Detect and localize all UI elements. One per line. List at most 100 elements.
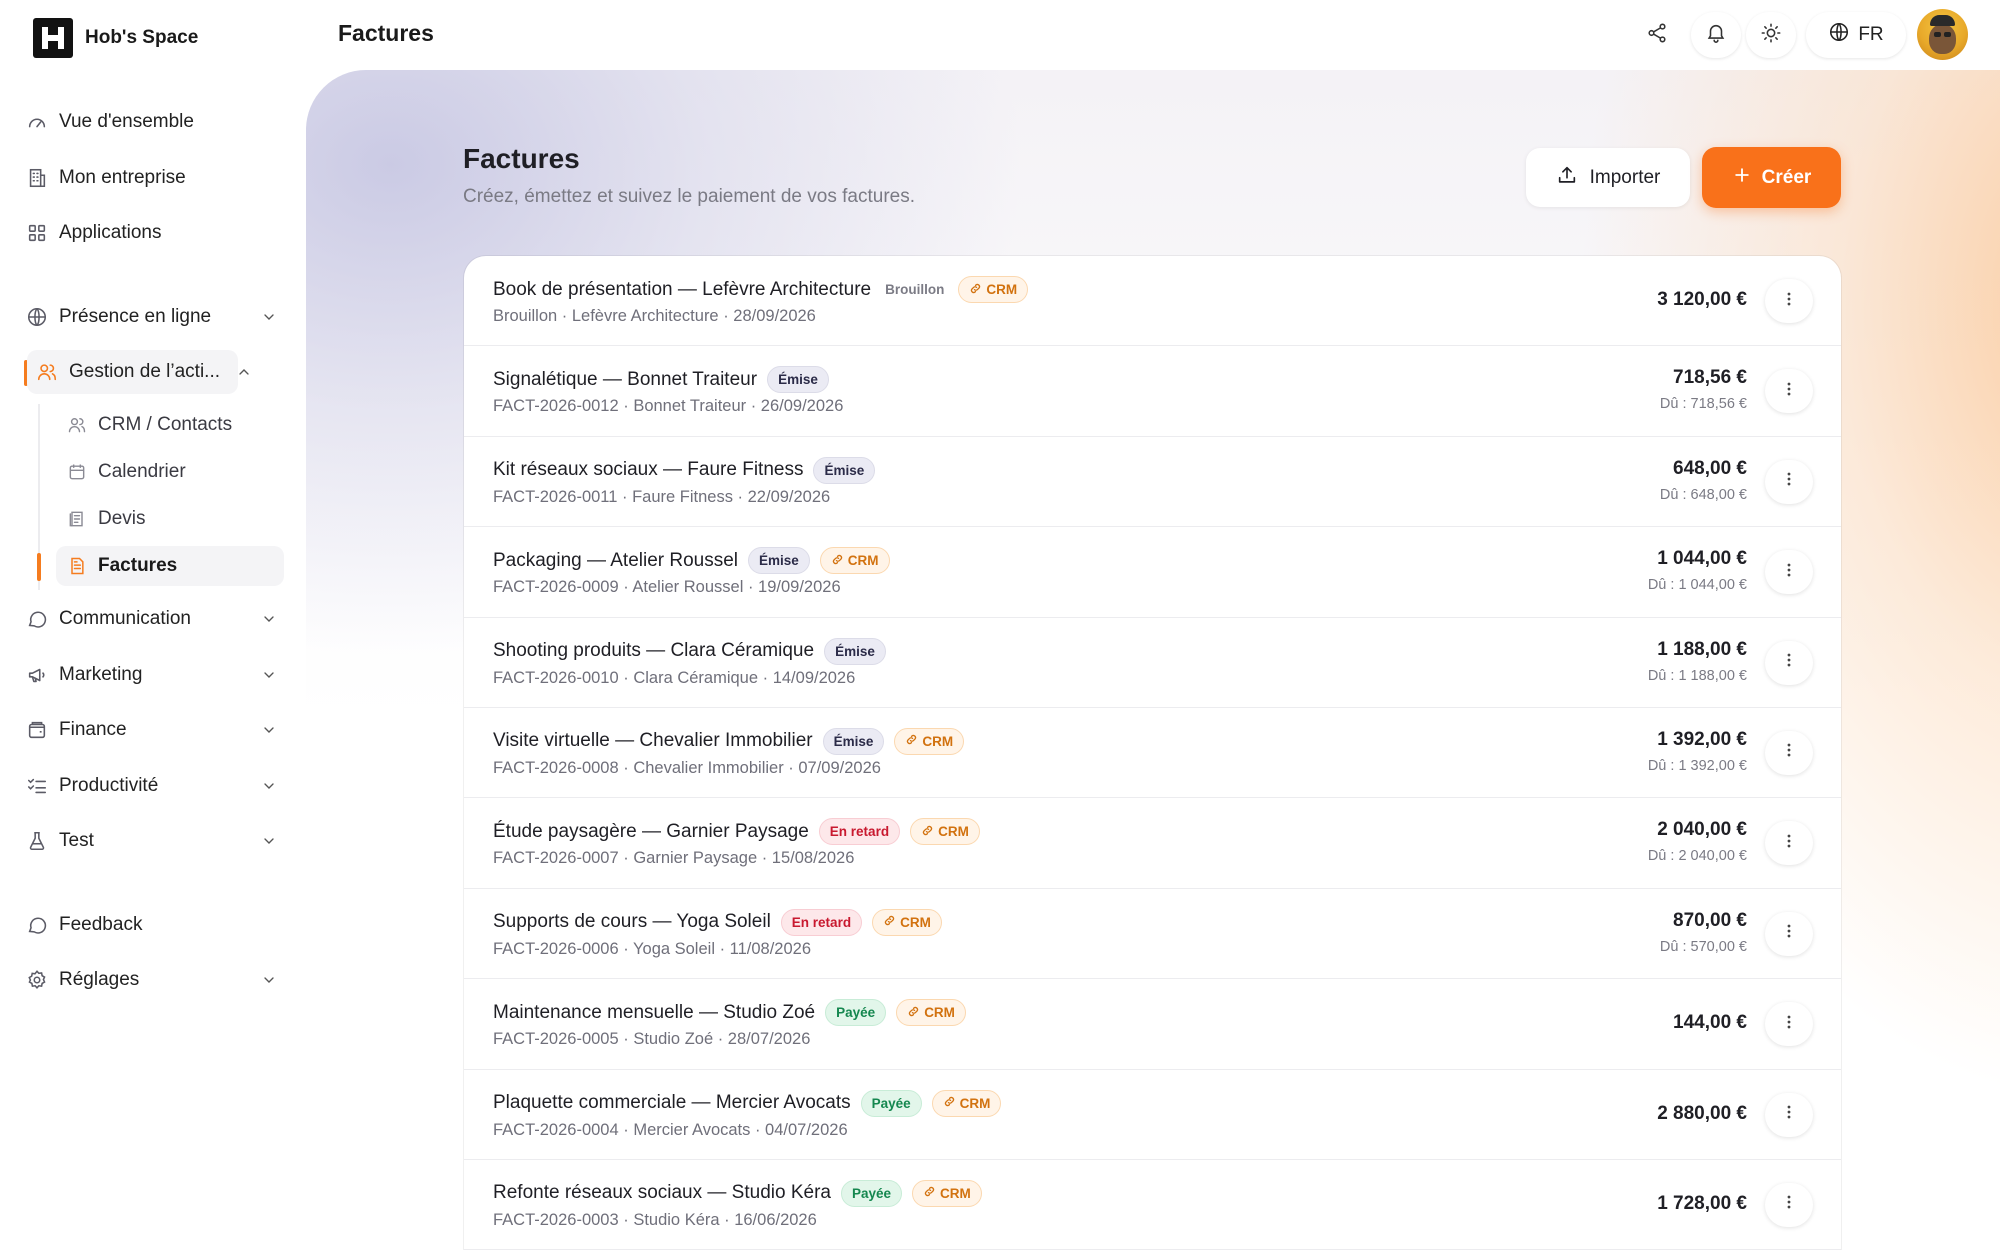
crm-badge[interactable]: CRM <box>931 1089 1002 1117</box>
gauge-icon <box>25 110 49 134</box>
sidebar-item-feedback[interactable]: Feedback <box>25 903 142 947</box>
sidebar-item-productivity[interactable]: Productivité <box>25 764 274 808</box>
crm-label: CRM <box>986 282 1018 297</box>
invoice-meta: FACT-2026-0010 · Clara Céramique · 14/09… <box>493 668 856 687</box>
avatar-face <box>1929 24 1956 54</box>
crm-badge[interactable]: CRM <box>912 1179 982 1207</box>
more-vertical-icon <box>1779 831 1799 856</box>
language-selector[interactable]: FR <box>1806 12 1906 58</box>
crm-label: CRM <box>847 553 879 569</box>
invoice-title-line: Plaquette commerciale — Mercier Avocats … <box>493 1089 1002 1117</box>
row-menu-button[interactable] <box>1765 550 1813 595</box>
status-badge: En retard <box>818 818 901 846</box>
row-menu-button[interactable] <box>1765 369 1813 414</box>
sidebar-item-communication[interactable]: Communication <box>25 597 274 641</box>
sidebar-subitem-invoices[interactable]: Factures <box>56 546 284 586</box>
sidebar-item-label: Test <box>59 830 94 851</box>
crm-badge[interactable]: CRM <box>896 999 966 1027</box>
row-menu-button[interactable] <box>1765 459 1813 504</box>
share-button[interactable] <box>1632 12 1682 58</box>
row-menu-button[interactable] <box>1765 279 1813 323</box>
sidebar-subitem-quotes[interactable]: Devis <box>56 499 284 539</box>
crm-badge[interactable]: CRM <box>872 908 942 936</box>
avatar[interactable] <box>1917 9 1968 60</box>
sidebar-item-online-presence[interactable]: Présence en ligne <box>25 295 274 339</box>
sidebar-item-business[interactable]: Gestion de l’acti... <box>27 350 238 394</box>
invoice-row[interactable]: Kit réseaux sociaux — Faure Fitness Émis… <box>464 437 1841 528</box>
chevron-down-icon[interactable] <box>257 305 281 329</box>
invoice-row[interactable]: Maintenance mensuelle — Studio Zoé Payée… <box>464 979 1841 1070</box>
chevron-up-icon[interactable] <box>232 360 256 384</box>
invoice-row[interactable]: Visite virtuelle — Chevalier Immobilier … <box>464 708 1841 799</box>
link-icon <box>905 733 918 749</box>
invoice-row[interactable]: Supports de cours — Yoga Soleil En retar… <box>464 889 1841 980</box>
crm-badge[interactable]: CRM <box>910 818 980 846</box>
chevron-down-icon[interactable] <box>257 663 281 687</box>
invoice-due: Dû : 570,00 € <box>1659 938 1747 955</box>
more-vertical-icon <box>1779 740 1799 765</box>
invoice-amount: 870,00 € <box>1673 909 1747 931</box>
sidebar-item-overview[interactable]: Vue d'ensemble <box>25 100 194 144</box>
link-icon <box>969 282 982 298</box>
sidebar-item-marketing[interactable]: Marketing <box>25 653 274 697</box>
create-button[interactable]: Créer <box>1702 147 1841 208</box>
gear-icon <box>25 968 49 992</box>
share-icon <box>1646 22 1668 49</box>
chevron-down-icon[interactable] <box>257 829 281 853</box>
page-subtitle: Créez, émettez et suivez le paiement de … <box>463 186 915 207</box>
crm-badge[interactable]: CRM <box>819 547 890 575</box>
invoice-meta: FACT-2026-0006 · Yoga Soleil · 11/08/202… <box>493 939 812 958</box>
row-menu-button[interactable] <box>1765 911 1813 956</box>
invoice-meta: FACT-2026-0007 · Garnier Paysage · 15/08… <box>493 849 855 868</box>
invoice-row[interactable]: Packaging — Atelier Roussel Émise CRM FAC… <box>464 527 1841 618</box>
sidebar-item-applications[interactable]: Applications <box>25 211 161 255</box>
invoice-title: Packaging — Atelier Roussel <box>493 549 739 571</box>
brand[interactable]: Hob's Space <box>33 18 198 58</box>
notifications-button[interactable] <box>1691 12 1741 58</box>
row-menu-button[interactable] <box>1765 1092 1813 1137</box>
crm-badge[interactable]: CRM <box>894 727 965 755</box>
chevron-down-icon[interactable] <box>257 718 281 742</box>
sidebar-item-test[interactable]: Test <box>25 819 274 863</box>
crm-label: CRM <box>959 1095 991 1111</box>
chevron-down-icon[interactable] <box>257 968 281 992</box>
sidebar-item-finance[interactable]: Finance <box>25 708 274 752</box>
link-icon <box>907 1005 920 1021</box>
sidebar-subitem-crm[interactable]: CRM / Contacts <box>56 405 284 445</box>
grid-icon <box>25 221 49 245</box>
row-menu-button[interactable] <box>1765 1002 1813 1047</box>
more-vertical-icon <box>1779 289 1799 314</box>
row-menu-button[interactable] <box>1765 821 1813 866</box>
invoice-title: Maintenance mensuelle — Studio Zoé <box>493 1001 816 1023</box>
chevron-down-icon[interactable] <box>257 607 281 631</box>
row-menu-button[interactable] <box>1765 640 1813 685</box>
more-vertical-icon <box>1779 650 1799 675</box>
status-badge: Émise <box>822 727 885 755</box>
invoice-row[interactable]: Signalétique — Bonnet Traiteur Émise FAC… <box>464 346 1841 437</box>
theme-toggle-button[interactable] <box>1746 12 1796 58</box>
invoice-row[interactable]: Book de présentation — Lefèvre Architect… <box>464 256 1841 347</box>
crm-label: CRM <box>938 824 969 840</box>
row-menu-button[interactable] <box>1765 1182 1813 1227</box>
invoice-title: Supports de cours — Yoga Soleil <box>493 911 771 933</box>
invoice-row[interactable]: Étude paysagère — Garnier Paysage En ret… <box>464 798 1841 889</box>
flask-icon <box>25 829 49 853</box>
sidebar-subitem-label: CRM / Contacts <box>98 414 233 435</box>
sidebar-item-label: Gestion de l’acti... <box>69 361 221 382</box>
sidebar-subitem-calendar[interactable]: Calendrier <box>56 452 284 492</box>
status-badge: Émise <box>748 547 810 575</box>
invoice-row[interactable]: Refonte réseaux sociaux — Studio Kéra Pa… <box>464 1160 1841 1250</box>
crm-badge[interactable]: CRM <box>958 276 1029 303</box>
invoice-row[interactable]: Plaquette commerciale — Mercier Avocats … <box>464 1070 1841 1160</box>
status-badge: Payée <box>825 999 887 1027</box>
row-menu-button[interactable] <box>1765 730 1813 775</box>
sidebar-item-settings[interactable]: Réglages <box>25 958 274 1002</box>
invoice-due: Dû : 2 040,00 € <box>1647 848 1747 865</box>
sidebar-item-company[interactable]: Mon entreprise <box>25 156 186 200</box>
invoice-meta: FACT-2026-0005 · Studio Zoé · 28/07/2026 <box>493 1030 811 1049</box>
contacts-icon <box>66 414 88 436</box>
invoice-row[interactable]: Shooting produits — Clara Céramique Émis… <box>464 618 1841 708</box>
import-button[interactable]: Importer <box>1526 148 1690 207</box>
sidebar: Hob's Space Vue d'ensemble Mon entrepris… <box>0 0 306 1250</box>
chevron-down-icon[interactable] <box>257 774 281 798</box>
